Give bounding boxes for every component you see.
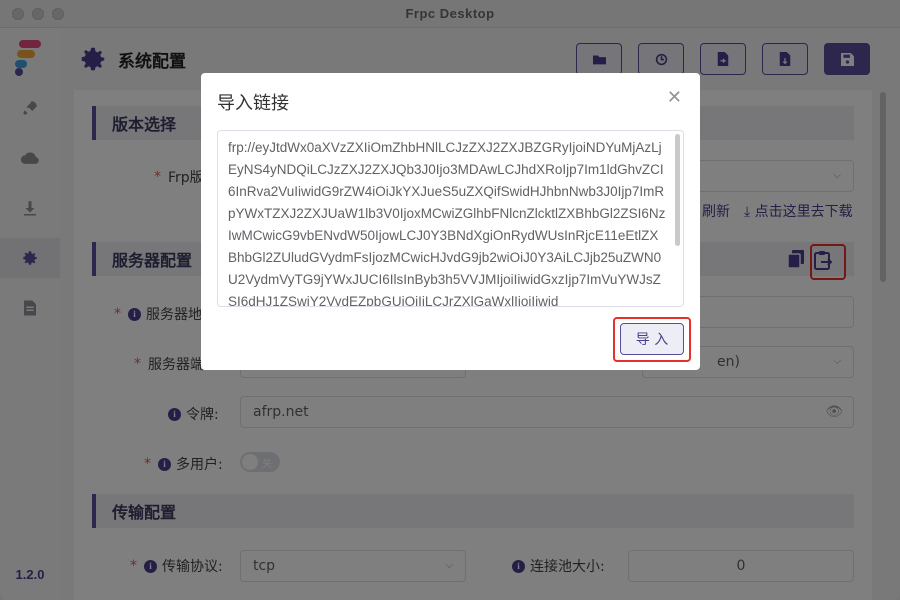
import-button-highlight <box>613 317 691 362</box>
import-link-text: frp://eyJtdWx0aXVzZXIiOmZhbHNlLCJzZXJ2ZX… <box>228 140 666 307</box>
textarea-scrollbar[interactable] <box>675 134 680 246</box>
import-link-dialog: 导入链接 ✕ frp://eyJtdWx0aXVzZXIiOmZhbHNlLCJ… <box>201 73 700 370</box>
close-icon[interactable]: ✕ <box>667 87 682 108</box>
dialog-title: 导入链接 <box>217 93 289 114</box>
import-link-textarea[interactable]: frp://eyJtdWx0aXVzZXIiOmZhbHNlLCJzZXJ2ZX… <box>217 130 684 307</box>
